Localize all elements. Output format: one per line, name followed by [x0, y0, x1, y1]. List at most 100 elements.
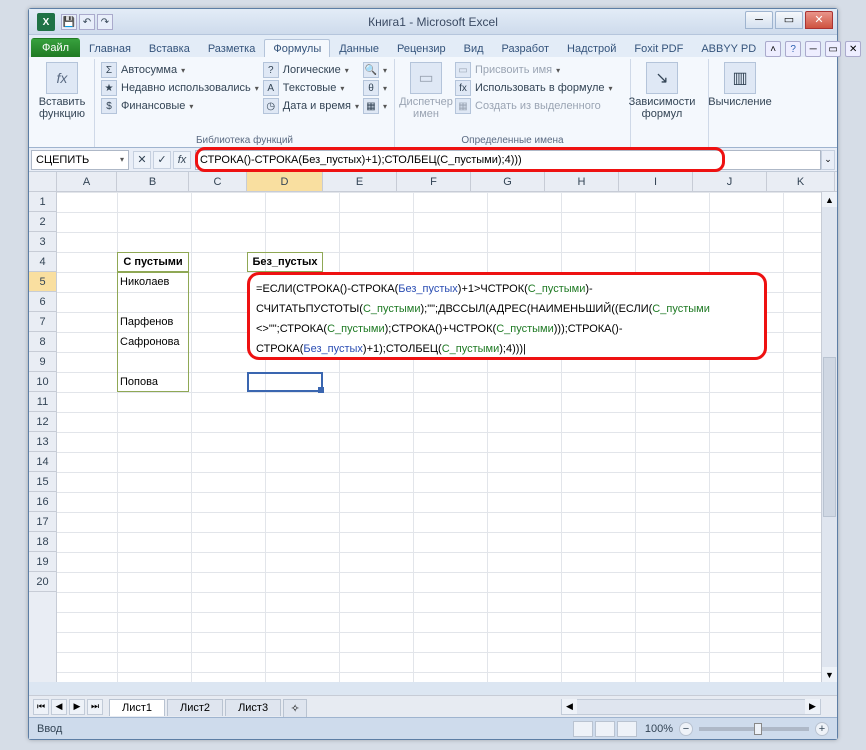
col-header-D[interactable]: D	[247, 172, 323, 191]
row-header-2[interactable]: 2	[29, 212, 56, 232]
create-from-selection-button[interactable]: ▦Создать из выделенного	[455, 98, 613, 114]
row-header-5[interactable]: 5	[29, 272, 56, 292]
cell-B10[interactable]: Попова	[117, 372, 189, 392]
lookup-button[interactable]: 🔍▾	[363, 62, 387, 78]
col-header-E[interactable]: E	[323, 172, 397, 191]
cell-D4[interactable]: Без_пустых	[247, 252, 323, 272]
math-button[interactable]: θ▾	[363, 80, 387, 96]
sheet-tab-3[interactable]: Лист3	[225, 699, 281, 716]
col-header-A[interactable]: A	[57, 172, 117, 191]
cell-B4[interactable]: С пустыми	[117, 252, 189, 272]
col-header-K[interactable]: K	[767, 172, 835, 191]
row-header-8[interactable]: 8	[29, 332, 56, 352]
view-pagelayout-button[interactable]	[595, 721, 615, 737]
zoom-in-button[interactable]: +	[815, 722, 829, 736]
row-header-14[interactable]: 14	[29, 452, 56, 472]
tab-pagelayout[interactable]: Разметка	[199, 39, 265, 57]
worksheet-grid[interactable]: A B C D E F G H I J K 1 2 3	[29, 172, 837, 682]
row-header-3[interactable]: 3	[29, 232, 56, 252]
help-icon[interactable]: ?	[785, 41, 801, 57]
tab-addins[interactable]: Надстрой	[558, 39, 625, 57]
col-header-B[interactable]: B	[117, 172, 189, 191]
row-header-1[interactable]: 1	[29, 192, 56, 212]
formula-bar[interactable]: СТРОКА()-СТРОКА(Без_пустых)+1);СТОЛБЕЦ(С…	[195, 150, 821, 170]
row-header-18[interactable]: 18	[29, 532, 56, 552]
save-icon[interactable]: 💾	[61, 14, 77, 30]
undo-icon[interactable]: ↶	[79, 14, 95, 30]
minimize-button[interactable]: ─	[745, 11, 773, 29]
zoom-slider[interactable]	[699, 727, 809, 731]
row-header-7[interactable]: 7	[29, 312, 56, 332]
row-header-4[interactable]: 4	[29, 252, 56, 272]
cell-B7[interactable]: Парфенов	[117, 312, 189, 332]
formula-auditing-button[interactable]: ↘Зависимости формул	[637, 60, 687, 147]
tab-abbyy[interactable]: ABBYY PD	[692, 39, 765, 57]
sheet-nav-first-icon[interactable]: ⏮	[33, 699, 49, 715]
horizontal-scrollbar[interactable]: ◀ ▶	[561, 699, 821, 715]
row-header-17[interactable]: 17	[29, 512, 56, 532]
define-name-button[interactable]: ▭Присвоить имя▾	[455, 62, 613, 78]
scroll-up-icon[interactable]: ▲	[822, 192, 837, 207]
view-normal-button[interactable]	[573, 721, 593, 737]
more-button[interactable]: ▦▾	[363, 98, 387, 114]
col-header-I[interactable]: I	[619, 172, 693, 191]
cancel-formula-button[interactable]: ✕	[133, 151, 151, 169]
redo-icon[interactable]: ↷	[97, 14, 113, 30]
vertical-scrollbar[interactable]: ▲ ▼	[821, 192, 837, 682]
cell-B8[interactable]: Сафронова	[117, 332, 189, 352]
tab-developer[interactable]: Разработ	[493, 39, 558, 57]
row-header-12[interactable]: 12	[29, 412, 56, 432]
tab-view[interactable]: Вид	[455, 39, 493, 57]
name-manager-button[interactable]: ▭ Диспетчер имен	[401, 60, 451, 147]
row-header-6[interactable]: 6	[29, 292, 56, 312]
autosum-button[interactable]: ΣАвтосумма▾	[101, 62, 259, 78]
recent-button[interactable]: ★Недавно использовались▾	[101, 80, 259, 96]
tab-home[interactable]: Главная	[80, 39, 140, 57]
tab-foxit[interactable]: Foxit PDF	[625, 39, 692, 57]
use-in-formula-button[interactable]: fxИспользовать в формуле▾	[455, 80, 613, 96]
row-header-10[interactable]: 10	[29, 372, 56, 392]
new-sheet-button[interactable]: ✧	[283, 699, 307, 717]
row-header-19[interactable]: 19	[29, 552, 56, 572]
accept-formula-button[interactable]: ✓	[153, 151, 171, 169]
fx-button[interactable]: fx	[173, 151, 191, 169]
zoom-out-button[interactable]: −	[679, 722, 693, 736]
cell-formula-editing[interactable]: =ЕСЛИ(СТРОКА()-СТРОКА(Без_пустых)+1>ЧСТР…	[247, 272, 767, 360]
select-all-button[interactable]	[29, 172, 57, 192]
date-button[interactable]: ◷Дата и время▾	[263, 98, 359, 114]
calculation-button[interactable]: ▥Вычисление	[715, 60, 765, 147]
name-box[interactable]: СЦЕПИТЬ▾	[31, 150, 129, 170]
close-button[interactable]: ✕	[805, 11, 833, 29]
cells-area[interactable]: С пустыми Без_пустых Николаев Парфенов С…	[57, 192, 837, 682]
scroll-right-icon[interactable]: ▶	[805, 699, 820, 714]
financial-button[interactable]: $Финансовые▾	[101, 98, 259, 114]
col-header-G[interactable]: G	[471, 172, 545, 191]
row-header-15[interactable]: 15	[29, 472, 56, 492]
row-header-16[interactable]: 16	[29, 492, 56, 512]
doc-min-icon[interactable]: ─	[805, 41, 821, 57]
row-header-20[interactable]: 20	[29, 572, 56, 592]
row-header-9[interactable]: 9	[29, 352, 56, 372]
doc-restore-icon[interactable]: ▭	[825, 41, 841, 57]
col-header-H[interactable]: H	[545, 172, 619, 191]
sheet-nav-prev-icon[interactable]: ◀	[51, 699, 67, 715]
tab-data[interactable]: Данные	[330, 39, 388, 57]
insert-function-button[interactable]: fx Вставить функцию	[37, 60, 87, 147]
zoom-thumb[interactable]	[754, 723, 762, 735]
expand-formula-bar-button[interactable]: ⌄	[821, 150, 835, 170]
text-button[interactable]: AТекстовые▾	[263, 80, 359, 96]
tab-review[interactable]: Рецензир	[388, 39, 455, 57]
cell-B5[interactable]: Николаев	[117, 272, 189, 292]
scroll-thumb[interactable]	[823, 357, 836, 517]
view-pagebreak-button[interactable]	[617, 721, 637, 737]
maximize-button[interactable]: ▭	[775, 11, 803, 29]
scroll-left-icon[interactable]: ◀	[562, 699, 577, 714]
col-header-J[interactable]: J	[693, 172, 767, 191]
tab-insert[interactable]: Вставка	[140, 39, 199, 57]
sheet-nav-last-icon[interactable]: ⏭	[87, 699, 103, 715]
sheet-nav-next-icon[interactable]: ▶	[69, 699, 85, 715]
doc-close-icon[interactable]: ✕	[845, 41, 861, 57]
row-header-11[interactable]: 11	[29, 392, 56, 412]
sheet-tab-1[interactable]: Лист1	[109, 699, 165, 716]
col-header-F[interactable]: F	[397, 172, 471, 191]
